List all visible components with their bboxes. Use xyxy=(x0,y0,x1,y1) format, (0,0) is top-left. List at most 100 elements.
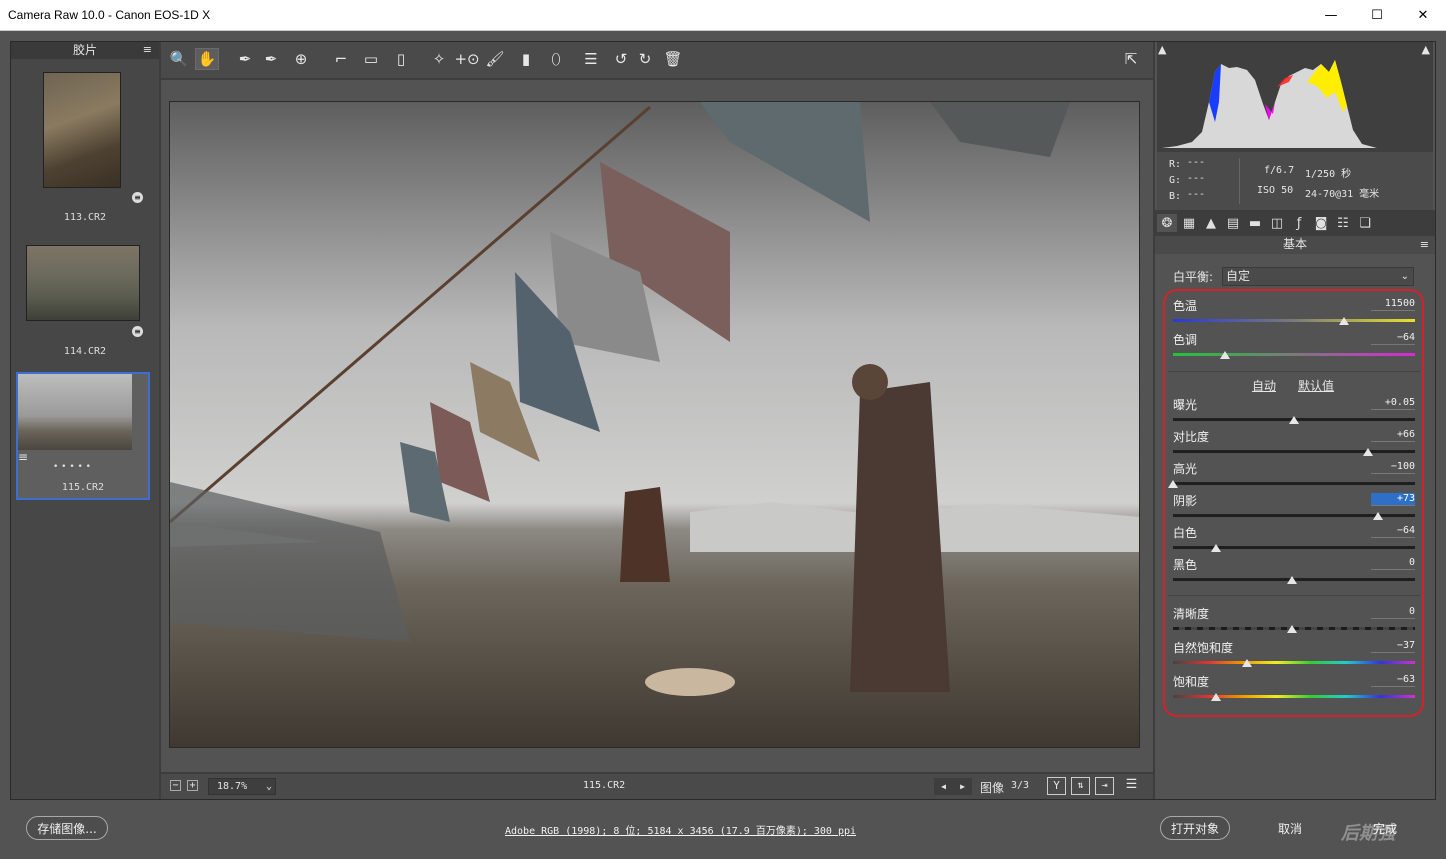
color-sampler-tool-icon[interactable]: ✒ xyxy=(259,48,283,70)
transform-tool-icon[interactable]: ▯ xyxy=(389,48,413,70)
filmstrip-item-115[interactable]: • • • • • ≡ 115.CR2 xyxy=(16,372,150,500)
image-count: 3/3 xyxy=(1011,780,1030,791)
tab-lens-icon[interactable]: ◫ xyxy=(1267,214,1287,232)
slider-thumb-shadows[interactable] xyxy=(1372,512,1383,520)
adjusted-badge-icon: ≡ xyxy=(132,326,143,337)
slider-label-clarity: 清晰度 xyxy=(1173,607,1210,621)
slider-value-shadows[interactable]: +73 xyxy=(1371,493,1415,506)
fullscreen-icon[interactable]: ⇱ xyxy=(1119,48,1143,70)
copy-settings-icon[interactable]: ⇥ xyxy=(1095,777,1114,795)
zoom-in-button[interactable]: + xyxy=(187,780,198,791)
lens-focal: 24-70@31 毫米 xyxy=(1305,189,1380,200)
tab-detail-icon[interactable]: ▲ xyxy=(1201,214,1221,232)
slider-value-highlights[interactable]: −100 xyxy=(1371,461,1415,474)
tab-hsl-icon[interactable]: ▤ xyxy=(1223,214,1243,232)
previous-image-button[interactable]: ◀ xyxy=(941,782,946,791)
next-image-button[interactable]: ▶ xyxy=(960,782,965,791)
slider-value-vibrance[interactable]: −37 xyxy=(1371,640,1415,653)
slider-track-contrast[interactable] xyxy=(1173,450,1415,453)
save-image-button[interactable]: 存储图像... xyxy=(26,816,108,840)
white-balance-label: 白平衡: xyxy=(1173,270,1214,284)
slider-track-whites[interactable] xyxy=(1173,546,1415,549)
slider-thumb-blacks[interactable] xyxy=(1287,576,1297,584)
slider-label-whites: 白色 xyxy=(1173,526,1198,540)
auto-button[interactable]: 自动 xyxy=(1252,377,1276,394)
slider-thumb-vibrance[interactable] xyxy=(1241,659,1252,667)
slider-thumb-saturation[interactable] xyxy=(1210,693,1221,701)
maximize-button[interactable]: ☐ xyxy=(1354,0,1400,31)
slider-thumb-highlights[interactable] xyxy=(1168,480,1178,488)
before-after-button[interactable]: Y xyxy=(1047,777,1066,795)
trash-tool-icon[interactable]: 🗑 xyxy=(661,48,685,70)
tab-camera-calibration-icon[interactable]: ◙ xyxy=(1311,214,1331,232)
slider-value-temp[interactable]: 11500 xyxy=(1371,298,1415,311)
window-titlebar: Camera Raw 10.0 - Canon EOS-1D X — ☐ ✕ xyxy=(0,0,1446,31)
slider-value-exposure[interactable]: +0.05 xyxy=(1371,397,1415,410)
slider-thumb-temp[interactable] xyxy=(1339,317,1350,325)
tab-tone-curve-icon[interactable]: ▦ xyxy=(1179,214,1199,232)
slider-value-whites[interactable]: −64 xyxy=(1371,525,1415,538)
tab-split-toning-icon[interactable]: ▬ xyxy=(1245,214,1265,232)
white-balance-value: 自定 xyxy=(1226,269,1251,283)
slider-thumb-tint[interactable] xyxy=(1220,351,1231,359)
spot-removal-tool-icon[interactable]: ✧ xyxy=(427,48,451,70)
image-label: 图像 xyxy=(980,781,1005,795)
slider-value-clarity[interactable]: 0 xyxy=(1371,606,1415,619)
slider-thumb-whites[interactable] xyxy=(1210,544,1221,552)
b-label: B: xyxy=(1169,191,1182,202)
white-balance-tool-icon[interactable]: ✒ xyxy=(233,48,257,70)
r-value: --- xyxy=(1187,157,1206,168)
slider-track-tint[interactable] xyxy=(1173,353,1415,356)
tab-snapshots-icon[interactable]: ❏ xyxy=(1355,214,1375,232)
rating-stars[interactable]: • • • • • xyxy=(18,462,126,472)
panel-menu-icon[interactable]: ≡ xyxy=(1420,236,1429,253)
zoom-tool-icon[interactable]: 🔍 xyxy=(167,48,191,70)
aperture: f/6.7 xyxy=(1264,165,1295,176)
window-title: Camera Raw 10.0 - Canon EOS-1D X xyxy=(8,8,211,22)
zoom-out-button[interactable]: − xyxy=(170,780,181,791)
crop-tool-icon[interactable]: ⌐ xyxy=(329,48,353,70)
targeted-adjustment-tool-icon[interactable]: ⊕ xyxy=(289,48,313,70)
rotate-left-tool-icon[interactable]: ↺ xyxy=(609,48,633,70)
watermark-logo: 后期强 xyxy=(1341,823,1395,844)
default-button[interactable]: 默认值 xyxy=(1298,377,1334,394)
slider-value-tint[interactable]: −64 xyxy=(1371,332,1415,345)
slider-track-saturation[interactable] xyxy=(1173,695,1415,698)
slider-label-vibrance: 自然饱和度 xyxy=(1173,641,1234,655)
graduated-filter-tool-icon[interactable]: ▮ xyxy=(514,48,538,70)
tab-basic-icon[interactable]: ❂ xyxy=(1157,214,1177,232)
g-label: G: xyxy=(1169,175,1182,186)
preview-image[interactable] xyxy=(169,101,1140,748)
preview-settings-icon[interactable]: ☰ xyxy=(1122,777,1141,795)
swap-settings-icon[interactable]: ⇅ xyxy=(1071,777,1090,795)
slider-label-tint: 色调 xyxy=(1173,333,1198,347)
slider-track-vibrance[interactable] xyxy=(1173,661,1415,664)
rotate-right-tool-icon[interactable]: ↻ xyxy=(633,48,657,70)
slider-thumb-contrast[interactable] xyxy=(1363,448,1374,456)
tab-presets-icon[interactable]: ☷ xyxy=(1333,214,1353,232)
filmstrip-menu-icon[interactable]: ≡ xyxy=(143,41,152,58)
adjustment-brush-tool-icon[interactable]: 🖌 xyxy=(483,48,507,70)
close-button[interactable]: ✕ xyxy=(1400,0,1446,31)
preferences-tool-icon[interactable]: ☰ xyxy=(579,48,603,70)
slider-thumb-clarity[interactable] xyxy=(1287,625,1297,633)
workflow-options-link[interactable]: Adobe RGB (1998); 8 位; 5184 x 3456 (17.9… xyxy=(505,822,856,837)
slider-track-highlights[interactable] xyxy=(1173,482,1415,485)
radial-filter-tool-icon[interactable]: ⬯ xyxy=(544,48,568,70)
slider-thumb-exposure[interactable] xyxy=(1289,416,1300,424)
r-label: R: xyxy=(1169,159,1182,170)
slider-track-temp[interactable] xyxy=(1173,319,1415,322)
hand-tool-icon[interactable]: ✋ xyxy=(195,48,219,70)
slider-value-blacks[interactable]: 0 xyxy=(1371,557,1415,570)
panel-header: 基本 ≡ xyxy=(1155,236,1435,254)
slider-value-contrast[interactable]: +66 xyxy=(1371,429,1415,442)
tab-effects-icon[interactable]: ƒ xyxy=(1289,214,1309,232)
straighten-tool-icon[interactable]: ▭ xyxy=(359,48,383,70)
white-balance-select[interactable]: 自定 ⌄ xyxy=(1222,267,1414,286)
minimize-button[interactable]: — xyxy=(1308,0,1354,31)
cancel-button[interactable]: 取消 xyxy=(1255,816,1325,840)
zoom-level-select[interactable]: 18.7% ⌄ xyxy=(208,778,276,795)
open-object-button[interactable]: 打开对象 xyxy=(1160,816,1230,840)
red-eye-tool-icon[interactable]: +⊙ xyxy=(454,48,479,70)
slider-value-saturation[interactable]: −63 xyxy=(1371,674,1415,687)
